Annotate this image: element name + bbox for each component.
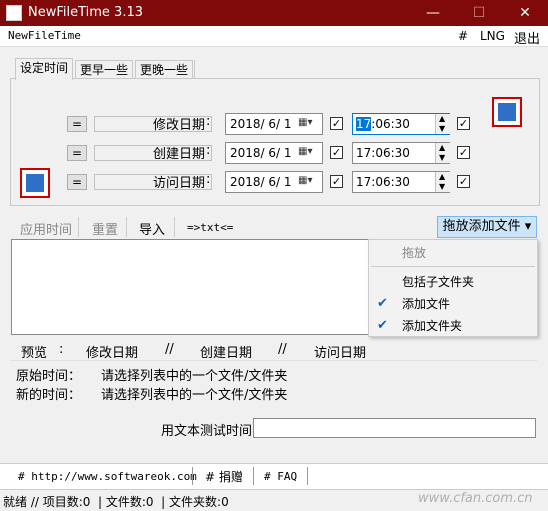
time-spinner[interactable]: ▲ ▼: [435, 143, 450, 163]
tab-earlier[interactable]: 更早一些: [75, 60, 134, 79]
accessed-date-input[interactable]: 2018/ 6/ 1 ▦▾: [225, 171, 323, 193]
modified-label: 修改日期: [153, 118, 206, 133]
tab-later[interactable]: 更晚一些: [135, 60, 194, 79]
faq-link[interactable]: # FAQ: [264, 470, 297, 483]
new-time-label: 新的时间：: [16, 388, 82, 403]
app-icon: [6, 5, 22, 21]
close-button[interactable]: ✕: [502, 0, 548, 26]
apply-clock-icon[interactable]: [492, 97, 522, 127]
created-time-input[interactable]: 17:06:30 ▲ ▼: [352, 142, 450, 164]
links-separator: [192, 467, 193, 485]
accessed-label: 访问日期: [153, 176, 206, 191]
watermark: www.cfan.com.cn: [418, 491, 533, 506]
eq-button-accessed[interactable]: =: [67, 174, 87, 190]
links-separator: [253, 467, 254, 485]
eq-button-created[interactable]: =: [67, 145, 87, 161]
created-date-input[interactable]: 2018/ 6/ 1 ▦▾: [225, 142, 323, 164]
modified-colon: :: [206, 114, 211, 129]
modified-time-input[interactable]: 17:06:30 ▲ ▼: [352, 113, 450, 135]
created-time-checkbox[interactable]: ✓: [457, 146, 470, 159]
accessed-time-input[interactable]: 17:06:30 ▲ ▼: [352, 171, 450, 193]
menu-hash[interactable]: #: [458, 29, 468, 43]
status-bar: 就绪 // 项目数:0 | 文件数:0 | 文件夹数:0 www.cfan.co…: [0, 489, 548, 511]
preview-panel: 原始时间： 请选择列表中的一个文件/文件夹 新的时间： 请选择列表中的一个文件/…: [11, 360, 537, 409]
menu-separator: [371, 266, 535, 267]
menu-header-drag-drop: 拖放: [402, 246, 427, 260]
calendar-icon[interactable]: ▦▾: [298, 146, 320, 157]
apply-time-button[interactable]: 应用时间: [20, 219, 72, 238]
time-spinner[interactable]: ▲ ▼: [435, 114, 450, 134]
new-time-value: 请选择列表中的一个文件/文件夹: [101, 388, 288, 403]
test-time-input[interactable]: [253, 418, 536, 438]
time-clock-icon[interactable]: [20, 168, 50, 198]
status-text: 就绪 // 项目数:0 | 文件数:0 | 文件夹数:0: [3, 495, 229, 509]
import-button[interactable]: 导入: [139, 219, 165, 238]
menu-item-add-files[interactable]: ✔ 添加文件: [369, 293, 537, 315]
toolbar-separator: [174, 217, 175, 237]
time-spinner[interactable]: ▲ ▼: [435, 172, 450, 192]
modified-date-input[interactable]: 2018/ 6/ 1 ▦▾: [225, 113, 323, 135]
accessed-colon: :: [206, 172, 211, 187]
website-link[interactable]: # http://www.softwareok.com: [18, 470, 197, 483]
eq-button-modified[interactable]: =: [67, 116, 87, 132]
toolbar-separator: [126, 217, 127, 237]
check-icon: ✔: [377, 296, 388, 311]
created-label: 创建日期: [153, 147, 206, 162]
tab-divider: [189, 60, 195, 78]
calendar-icon[interactable]: ▦▾: [298, 117, 320, 128]
donate-link[interactable]: # 捐赠: [205, 468, 243, 485]
test-time-label: 用文本测试时间: [161, 424, 253, 439]
links-separator: [307, 467, 308, 485]
menu-app[interactable]: NewFileTime: [8, 29, 81, 42]
accessed-time-checkbox[interactable]: ✓: [457, 175, 470, 188]
drag-add-files-dropdown[interactable]: 拖放添加文件 ▾: [437, 216, 537, 238]
window-title: NewFileTime 3.13: [28, 5, 144, 20]
menu-bar: NewFileTime # LNG 退出: [0, 26, 548, 47]
accessed-date-checkbox[interactable]: ✓: [330, 175, 343, 188]
drag-drop-menu: 拖放 包括子文件夹 ✔ 添加文件 ✔ 添加文件夹: [368, 239, 538, 337]
menu-item-include-subfolders[interactable]: 包括子文件夹: [369, 271, 537, 293]
calendar-icon[interactable]: ▦▾: [298, 175, 320, 186]
links-bar: # http://www.softwareok.com # 捐赠 # FAQ: [0, 463, 548, 490]
created-colon: :: [206, 143, 211, 158]
reset-button[interactable]: 重置: [92, 219, 118, 238]
maximize-button[interactable]: ☐: [456, 0, 502, 26]
txt-button[interactable]: =>txt<=: [187, 221, 233, 234]
original-time-value: 请选择列表中的一个文件/文件夹: [101, 369, 288, 384]
menu-exit[interactable]: 退出: [514, 28, 540, 47]
check-icon: ✔: [377, 318, 388, 333]
minimize-button[interactable]: —: [410, 0, 456, 26]
original-time-label: 原始时间：: [16, 369, 82, 384]
tab-set-time[interactable]: 设定时间: [15, 58, 74, 80]
menu-item-add-folders[interactable]: ✔ 添加文件夹: [369, 315, 537, 337]
modified-date-checkbox[interactable]: ✓: [330, 117, 343, 130]
menu-lng[interactable]: LNG: [480, 29, 505, 43]
title-bar: NewFileTime 3.13 — ☐ ✕: [0, 0, 548, 26]
modified-time-checkbox[interactable]: ✓: [457, 117, 470, 130]
toolbar-separator: [78, 217, 79, 237]
preview-header: 预览 : 修改日期 // 创建日期 // 访问日期: [21, 342, 367, 361]
created-date-checkbox[interactable]: ✓: [330, 146, 343, 159]
